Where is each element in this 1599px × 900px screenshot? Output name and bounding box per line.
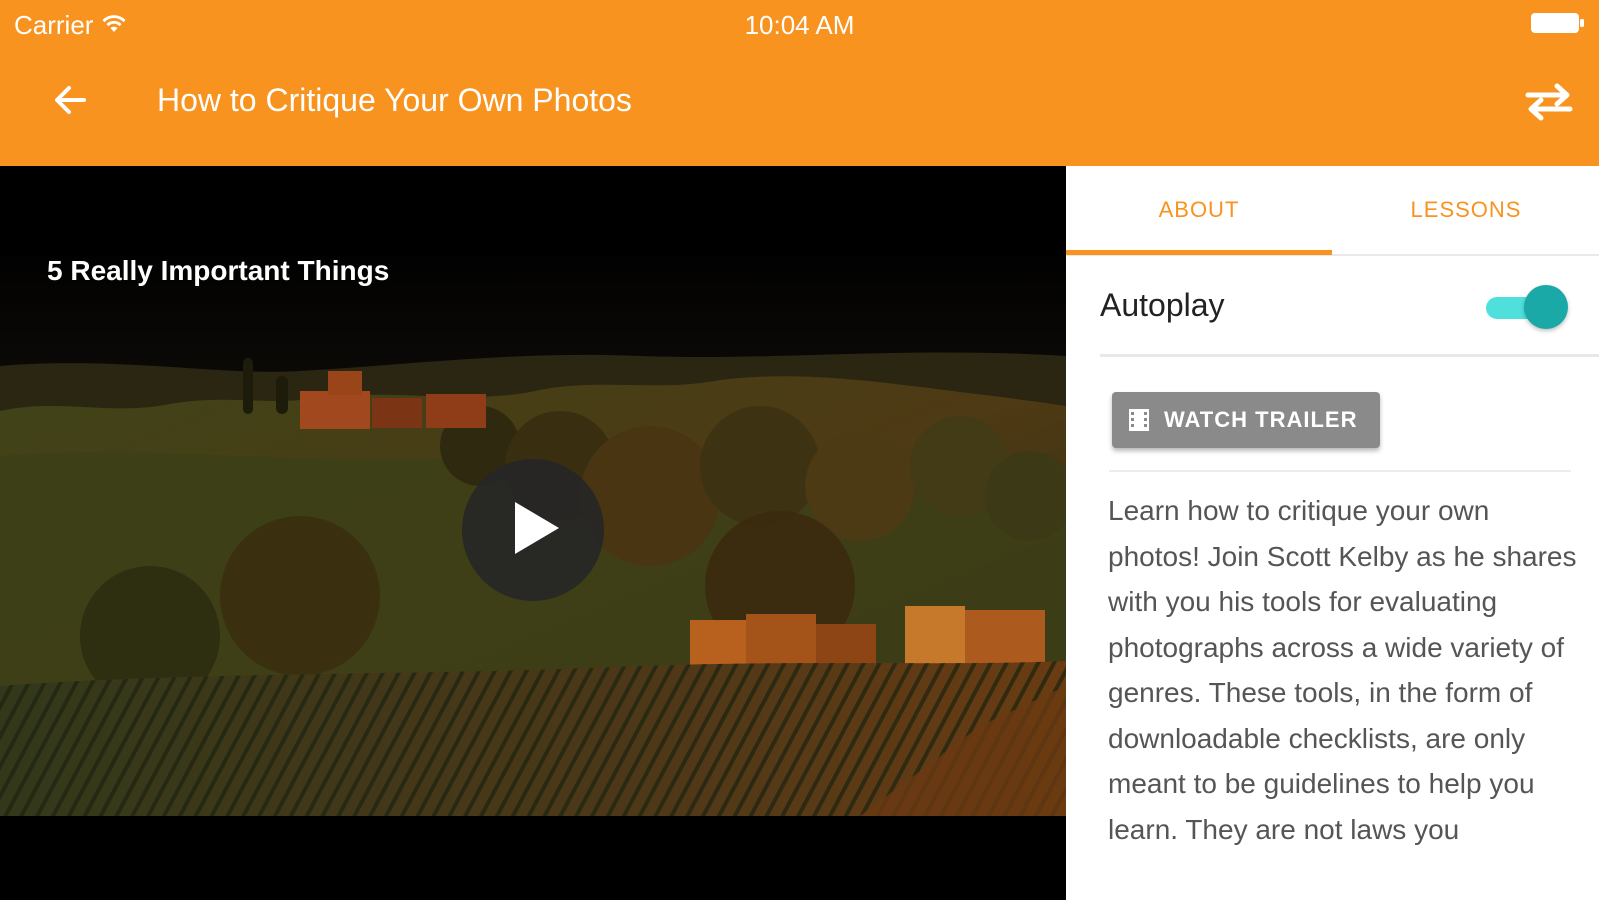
status-time: 10:04 AM <box>744 10 855 40</box>
watch-trailer-label: WATCH TRAILER <box>1164 407 1358 432</box>
course-details-panel: ABOUT LESSONS Autoplay WATCH TRAILER Lea… <box>1066 166 1599 900</box>
swap-arrows-icon <box>1524 80 1574 129</box>
tab-bar: ABOUT LESSONS <box>1066 166 1599 256</box>
tab-lessons[interactable]: LESSONS <box>1333 166 1599 254</box>
tab-about[interactable]: ABOUT <box>1066 166 1332 254</box>
film-icon <box>1128 407 1150 433</box>
swap-layout-button[interactable] <box>1523 80 1575 128</box>
autoplay-label: Autoplay <box>1100 287 1225 323</box>
video-caption: 5 Really Important Things <box>47 255 390 286</box>
watch-trailer-button[interactable]: WATCH TRAILER <box>1112 392 1380 448</box>
battery-icon <box>1531 12 1585 34</box>
play-button[interactable] <box>462 459 604 601</box>
tab-indicator <box>1066 250 1332 255</box>
back-button[interactable] <box>48 80 92 124</box>
course-description: Learn how to critique your own photos! J… <box>1108 495 1577 845</box>
app-header: Carrier 10:04 AM How to Critique Your Ow… <box>0 0 1599 166</box>
divider <box>1109 470 1571 472</box>
toggle-thumb <box>1524 285 1568 329</box>
divider <box>1100 354 1599 357</box>
page-title: How to Critique Your Own Photos <box>157 82 632 118</box>
autoplay-toggle[interactable] <box>1484 283 1568 331</box>
play-icon <box>501 496 565 565</box>
video-player[interactable]: 5 Really Important Things <box>0 166 1066 900</box>
arrow-left-icon <box>50 80 90 125</box>
